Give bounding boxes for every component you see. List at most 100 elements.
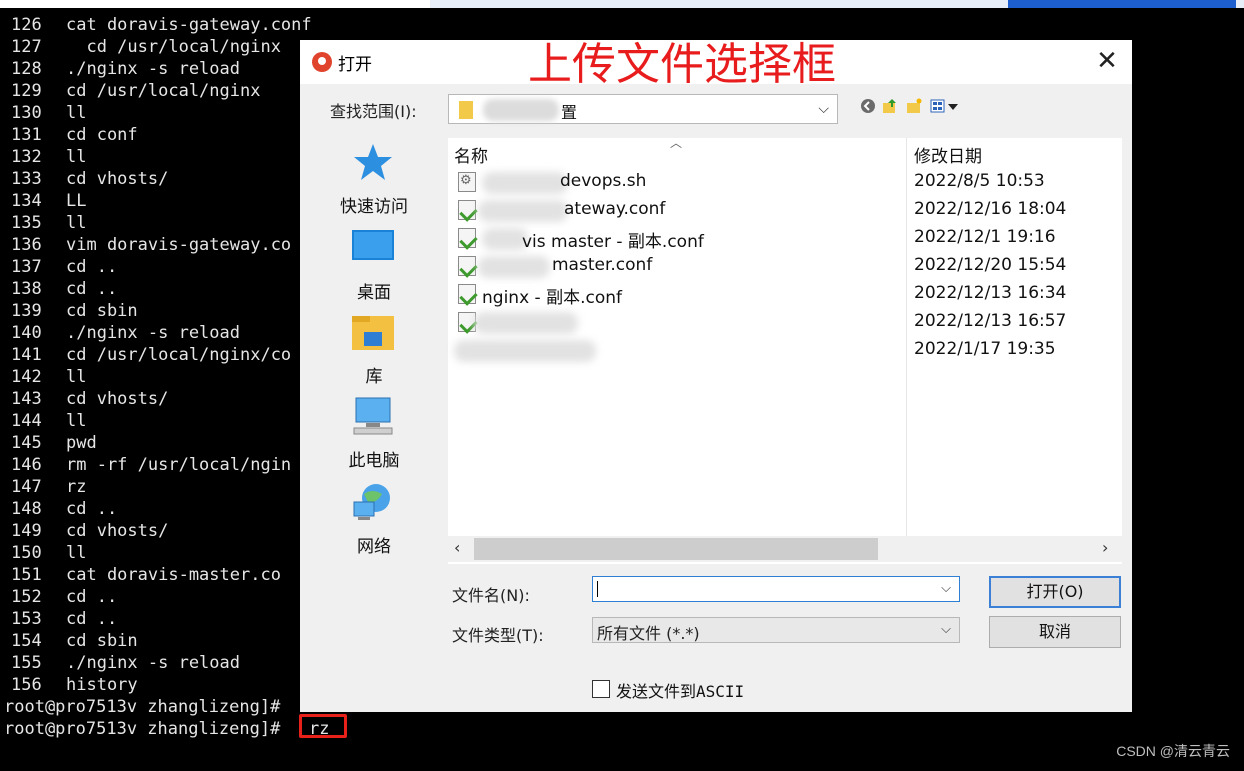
command-text: cd vhosts/ — [66, 521, 169, 541]
file-date: 2022/12/1 19:16 — [914, 227, 1056, 247]
active-window-bar — [1008, 0, 1236, 8]
line-number: 144 — [11, 411, 42, 431]
back-icon[interactable] — [860, 98, 876, 114]
command-text: ll — [66, 147, 87, 167]
line-number: 131 — [11, 125, 42, 145]
place-network[interactable]: 网络 — [300, 482, 440, 562]
line-number: 137 — [11, 257, 42, 277]
library-icon — [352, 316, 394, 350]
place-quick-access[interactable]: 快速访问 — [300, 142, 440, 222]
line-number: 148 — [11, 499, 42, 519]
command-text: cd sbin — [66, 631, 138, 651]
scroll-left-icon[interactable]: ‹ — [454, 538, 460, 557]
open-button[interactable]: 打开(O) — [989, 576, 1121, 608]
command-text: cd vhosts/ — [66, 389, 169, 409]
place-library[interactable]: 库 — [300, 312, 440, 392]
network-icon — [353, 484, 390, 520]
line-number: 154 — [11, 631, 42, 651]
desktop-icon — [352, 230, 394, 260]
command-text: cd .. — [66, 587, 118, 607]
filename-label: 文件名(N): — [452, 586, 530, 605]
command-text: ll — [66, 213, 87, 233]
file-row[interactable]: 2022/1/17 19:35 — [448, 336, 1122, 364]
places-bar: 快速访问 桌面 库 此电脑 网络 — [300, 136, 440, 670]
command-text: cd sbin — [66, 301, 138, 321]
script-file-icon — [458, 172, 476, 192]
file-date: 2022/12/20 15:54 — [914, 255, 1067, 275]
file-row[interactable]: devops.sh 2022/8/5 10:53 — [448, 168, 1122, 196]
line-number: 136 — [11, 235, 42, 255]
line-number: 142 — [11, 367, 42, 387]
command-text: ll — [66, 103, 87, 123]
line-number: 151 — [11, 565, 42, 585]
filetype-value: 所有文件 (*.*) — [597, 624, 700, 643]
cancel-button[interactable]: 取消 — [989, 616, 1121, 648]
blurred-path — [483, 99, 559, 121]
place-label: 库 — [365, 367, 383, 387]
text-caret — [597, 581, 598, 597]
line-number: 143 — [11, 389, 42, 409]
file-row[interactable]: nginx - 副本.conf 2022/12/13 16:34 — [448, 280, 1122, 308]
lookin-dropdown[interactable]: 置 ⌵ — [448, 94, 838, 124]
place-label: 网络 — [357, 537, 391, 557]
up-folder-icon[interactable] — [882, 98, 898, 114]
command-text: ./nginx -s reload — [66, 653, 240, 673]
horizontal-scrollbar[interactable]: ‹ › — [448, 536, 1122, 562]
line-number: 141 — [11, 345, 42, 365]
conf-file-icon — [458, 284, 476, 304]
filename-input[interactable]: ⌵ — [592, 576, 960, 602]
open-file-dialog: 打开 上传文件选择框 ✕ 查找范围(I): 置 ⌵ 快速访问 桌面 库 此电脑 — [300, 40, 1132, 712]
command-text: cd .. — [66, 499, 118, 519]
file-date: 2022/8/5 10:53 — [914, 171, 1045, 191]
file-name: ateway.conf — [564, 199, 666, 219]
blurred-filename — [478, 200, 568, 222]
terminal-prompt-current[interactable]: root@pro7513v zhanglizeng]# — [4, 718, 280, 740]
file-row[interactable]: 2022/12/13 16:57 — [448, 308, 1122, 336]
command-text: cd vhosts/ — [66, 169, 169, 189]
command-text: cat doravis-master.co — [66, 565, 281, 585]
line-number: 126 — [11, 15, 42, 35]
sort-ascending-icon: ︿ — [670, 136, 683, 150]
line-number: 139 — [11, 301, 42, 321]
file-name: nginx - 副本.conf — [482, 288, 622, 308]
file-list: ︿ 名称 修改日期 devops.sh 2022/8/5 10:53 atewa… — [448, 136, 1122, 564]
new-folder-icon[interactable] — [906, 98, 922, 114]
close-icon[interactable]: ✕ — [1092, 46, 1122, 76]
chevron-down-icon[interactable]: ⌵ — [941, 622, 951, 637]
chevron-down-icon[interactable]: ⌵ — [818, 101, 829, 117]
line-number: 127 — [11, 37, 42, 57]
column-header-name[interactable]: 名称 — [454, 142, 488, 167]
ascii-checkbox-label: 发送文件到ASCII — [616, 682, 745, 701]
line-number: 140 — [11, 323, 42, 343]
command-text: ll — [66, 367, 87, 387]
line-number: 130 — [11, 103, 42, 123]
command-text: cd /usr/local/nginx — [66, 37, 281, 57]
place-label: 快速访问 — [340, 197, 408, 217]
lookin-label: 查找范围(I): — [330, 102, 417, 121]
file-row[interactable]: master.conf 2022/12/20 15:54 — [448, 252, 1122, 280]
scroll-right-icon[interactable]: › — [1102, 538, 1108, 557]
scroll-thumb[interactable] — [474, 538, 878, 560]
filetype-select[interactable]: 所有文件 (*.*) ⌵ — [592, 617, 960, 643]
command-text: cd .. — [66, 279, 118, 299]
view-menu-icon[interactable] — [930, 98, 960, 114]
command-text: rz — [66, 477, 87, 497]
command-text: cd /usr/local/nginx/co — [66, 345, 292, 365]
lookin-value: 置 — [561, 103, 578, 122]
file-date: 2022/1/17 19:35 — [914, 339, 1056, 359]
terminal-prompt: root@pro7513v zhanglizeng]# — [4, 697, 281, 717]
line-number: 129 — [11, 81, 42, 101]
place-this-pc[interactable]: 此电脑 — [300, 396, 440, 476]
command-text: ll — [66, 411, 87, 431]
line-number: 134 — [11, 191, 42, 211]
command-text: cd .. — [66, 609, 118, 629]
conf-file-icon — [458, 228, 476, 248]
column-header-date[interactable]: 修改日期 — [914, 142, 982, 167]
place-desktop[interactable]: 桌面 — [300, 228, 440, 308]
command-text: vim doravis-gateway.co — [66, 235, 292, 255]
line-number: 149 — [11, 521, 42, 541]
file-row[interactable]: vis master - 副本.conf 2022/12/1 19:16 — [448, 224, 1122, 252]
chevron-down-icon[interactable]: ⌵ — [941, 581, 951, 596]
file-row[interactable]: ateway.conf 2022/12/16 18:04 — [448, 196, 1122, 224]
ascii-checkbox[interactable] — [592, 680, 610, 698]
